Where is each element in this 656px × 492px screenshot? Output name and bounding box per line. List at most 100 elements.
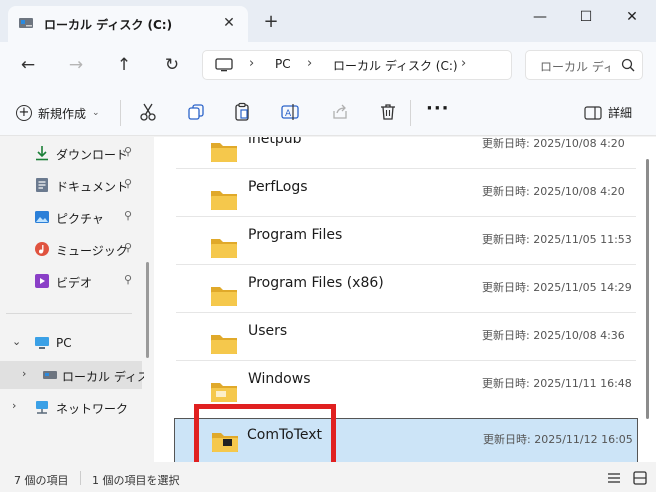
video-icon — [35, 274, 49, 288]
back-button[interactable]: ← — [14, 52, 42, 78]
chevron-right-icon[interactable]: › — [22, 367, 26, 380]
sidebar-item-label: ビデオ — [56, 276, 93, 290]
list-item[interactable]: PerfLogs 更新日時: 2025/10/08 4:20 — [176, 169, 636, 217]
download-icon — [36, 146, 48, 161]
divider — [80, 471, 81, 485]
file-modified-date: 更新日時: 2025/11/05 11:53 — [482, 233, 632, 246]
list-item[interactable]: Users 更新日時: 2025/10/08 4:36 — [176, 313, 636, 361]
copy-icon[interactable] — [186, 102, 206, 122]
forward-button[interactable]: → — [62, 52, 90, 78]
file-name: Program Files — [248, 227, 343, 243]
new-tab-button[interactable]: + — [260, 12, 282, 34]
delete-icon[interactable] — [378, 102, 398, 122]
item-count: 7 個の項目 — [14, 474, 69, 487]
navigation-pane: ダウンロード ⚲ ドキュメント ⚲ ピクチャ ⚲ ミュージック ⚲ ビデオ ⚲ … — [0, 137, 144, 462]
title-bar: ローカル ディスク (C:) ✕ + — ☐ ✕ — [0, 0, 656, 42]
drive-icon — [19, 18, 33, 28]
list-item[interactable]: Program Files 更新日時: 2025/11/05 11:53 — [176, 217, 636, 265]
file-modified-date: 更新日時: 2025/10/08 4:36 — [482, 329, 625, 342]
sidebar-item-label: ドキュメント — [56, 180, 129, 194]
network-icon — [36, 401, 48, 414]
breadcrumb-local-disk[interactable]: ローカル ディスク (C:) — [333, 57, 458, 74]
document-icon — [36, 178, 48, 192]
chevron-right-icon[interactable]: › — [12, 399, 16, 412]
file-modified-date: 更新日時: 2025/10/08 4:20 — [482, 137, 625, 150]
cut-icon[interactable] — [138, 102, 158, 122]
maximize-button[interactable]: ☐ — [566, 4, 606, 30]
pin-icon: ⚲ — [124, 177, 133, 190]
details-label: 詳細 — [608, 106, 633, 120]
list-item[interactable]: inetpub 更新日時: 2025/10/08 4:20 — [176, 137, 636, 169]
list-item[interactable]: Windows 更新日時: 2025/11/11 16:48 — [176, 361, 636, 409]
search-box[interactable]: ローカル ディスク (C:) の検索 — [525, 50, 643, 80]
sidebar-item-label: ネットワーク — [56, 402, 129, 416]
music-icon — [35, 242, 49, 256]
breadcrumb-separator[interactable]: › — [461, 56, 466, 71]
chevron-down-icon: ⌄ — [92, 108, 100, 118]
pin-icon: ⚲ — [124, 209, 133, 222]
sidebar-item-label: ミュージック — [56, 244, 128, 258]
file-list-scrollbar[interactable] — [646, 159, 649, 419]
divider — [6, 313, 132, 314]
search-input[interactable]: ローカル ディスク (C:) の検索 — [540, 58, 610, 75]
chevron-down-icon[interactable]: ⌄ — [12, 335, 21, 348]
search-icon — [621, 58, 635, 72]
breadcrumb-separator: › — [249, 56, 255, 71]
folder-icon — [211, 239, 237, 258]
sidebar-item-local-disk[interactable]: › ローカル ディスク — [0, 361, 144, 389]
sidebar-item-pictures[interactable]: ピクチャ ⚲ — [0, 203, 142, 231]
folder-icon — [211, 383, 237, 402]
details-view-icon[interactable] — [606, 470, 622, 486]
divider — [120, 100, 121, 126]
plus-icon: + — [16, 105, 32, 121]
sidebar-scrollbar[interactable] — [146, 262, 149, 358]
folder-icon — [211, 191, 237, 210]
navigation-bar: ← → ↑ ↻ › PC › ローカル ディスク (C:) › ローカル ディス… — [0, 42, 656, 88]
details-button[interactable]: 詳細 — [584, 104, 632, 121]
new-label: 新規作成 — [38, 106, 87, 121]
tiles-view-icon[interactable] — [632, 470, 648, 486]
new-button[interactable]: + 新規作成 ⌄ — [16, 100, 100, 126]
sidebar-item-network[interactable]: › ネットワーク — [0, 393, 142, 421]
file-modified-date: 更新日時: 2025/11/11 16:48 — [482, 377, 632, 390]
sidebar-item-videos[interactable]: ビデオ ⚲ — [0, 267, 142, 295]
sidebar-item-music[interactable]: ミュージック ⚲ — [0, 235, 142, 263]
file-name: PerfLogs — [248, 179, 308, 195]
divider — [410, 100, 411, 126]
refresh-button[interactable]: ↻ — [158, 52, 186, 78]
minimize-button[interactable]: — — [520, 4, 560, 30]
sidebar-item-label: ダウンロード — [56, 148, 129, 162]
sidebar-item-pc[interactable]: ⌄ PC — [0, 329, 142, 357]
drive-icon — [43, 371, 57, 379]
list-item[interactable]: Program Files (x86) 更新日時: 2025/11/05 14:… — [176, 265, 636, 313]
sidebar-item-downloads[interactable]: ダウンロード ⚲ — [0, 139, 142, 167]
up-button[interactable]: ↑ — [110, 52, 138, 78]
close-button[interactable]: ✕ — [612, 4, 652, 30]
share-icon[interactable] — [330, 102, 350, 122]
sidebar-item-documents[interactable]: ドキュメント ⚲ — [0, 171, 142, 199]
address-bar[interactable]: › PC › ローカル ディスク (C:) › — [202, 50, 512, 80]
svg-text:A: A — [285, 109, 292, 119]
details-pane-icon — [584, 105, 602, 120]
selected-count: 1 個の項目を選択 — [92, 474, 180, 487]
paste-icon[interactable] — [232, 102, 252, 122]
file-modified-date: 更新日時: 2025/11/05 14:29 — [482, 281, 632, 294]
breadcrumb-separator: › — [307, 56, 313, 71]
folder-icon — [211, 287, 237, 306]
pin-icon: ⚲ — [124, 241, 133, 254]
status-bar: 7 個の項目 1 個の項目を選択 — [0, 462, 656, 492]
rename-icon[interactable]: A — [280, 102, 300, 122]
folder-icon — [211, 143, 237, 162]
command-bar: + 新規作成 ⌄ A ··· 詳細 — [0, 88, 656, 136]
folder-icon — [211, 335, 237, 354]
pc-icon — [35, 337, 49, 349]
pictures-icon — [35, 211, 49, 223]
tab-local-disk[interactable]: ローカル ディスク (C:) ✕ — [8, 6, 248, 42]
tab-close-icon[interactable]: ✕ — [220, 14, 238, 32]
more-options-button[interactable]: ··· — [426, 98, 450, 119]
sidebar-item-label: PC — [56, 336, 72, 350]
file-modified-date: 更新日時: 2025/11/12 16:05 — [483, 433, 633, 446]
pin-icon: ⚲ — [124, 145, 133, 158]
monitor-icon — [215, 58, 233, 72]
breadcrumb-pc[interactable]: PC — [275, 57, 291, 71]
